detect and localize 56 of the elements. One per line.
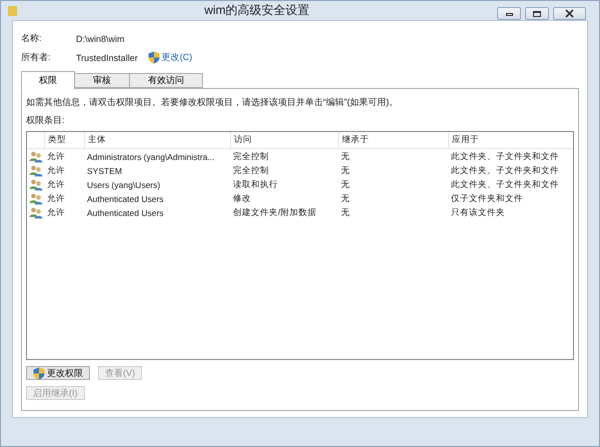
column-header[interactable]: 类型 (44, 132, 84, 148)
owner-value: TrustedInstaller (76, 52, 138, 62)
users-icon (29, 207, 43, 219)
maximize-icon (533, 10, 541, 16)
table-cell-text: 只有该文件夹 (450, 207, 506, 219)
table-cell-text: 创建文件夹/附加数据 (232, 207, 318, 219)
table-cell-text: SYSTEM (86, 166, 123, 176)
column-header[interactable]: 访问 (230, 132, 338, 148)
table-cell-text: 仅子文件夹和文件 (450, 193, 524, 205)
table-cell-text: 完全控制 (232, 151, 270, 163)
users-icon (29, 179, 43, 191)
table-cell-text: Authenticated Users (86, 208, 165, 218)
info-text: 如需其他信息，请双击权限项目。若要修改权限项目，请选择该项目并单击“编辑”(如果可用)。 (26, 96, 399, 109)
table-cell-text: 允许 (46, 151, 66, 163)
users-icon (29, 151, 43, 163)
button[interactable]: 更改权限 (26, 366, 90, 380)
table-cell-text: 修改 (232, 193, 252, 205)
maximize-button[interactable] (525, 7, 549, 20)
table-cell-text: 完全控制 (232, 165, 270, 177)
column-header[interactable]: 继承于 (338, 132, 448, 148)
table-cell-text: 允许 (46, 179, 66, 191)
table-cell-text: 此文件夹、子文件夹和文件 (450, 165, 560, 177)
table-cell-text: 无 (340, 179, 351, 191)
table-cell-text: Users (yang\Users) (86, 180, 162, 190)
table-cell-text: 允许 (46, 193, 66, 205)
change-owner-link[interactable]: 更改(C) (148, 51, 192, 64)
table-cell-text: 无 (340, 151, 351, 163)
table-cell-text: 此文件夹、子文件夹和文件 (450, 151, 560, 163)
window-title: wim的高级安全设置 (203, 2, 311, 19)
table-cell-text: 无 (340, 207, 351, 219)
table-cell-text: Administrators (yang\Administra... (86, 152, 216, 162)
table-cell-text: 允许 (46, 165, 66, 177)
minimize-icon (506, 13, 512, 16)
table-cell-text: 无 (340, 165, 351, 177)
owner-label: 所有者: (21, 51, 52, 64)
column-header[interactable]: 主体 (84, 132, 230, 148)
users-icon (29, 193, 43, 205)
shield-icon (148, 51, 160, 64)
column-header[interactable]: 应用于 (448, 132, 573, 148)
close-button[interactable] (553, 7, 586, 20)
table-cell-text: 无 (340, 193, 351, 205)
table-cell-text: 此文件夹、子文件夹和文件 (450, 179, 560, 191)
tab[interactable]: 审核 (75, 73, 130, 88)
table-cell-text: 允许 (46, 207, 66, 219)
minimize-button[interactable] (497, 7, 521, 20)
table-cell-text: 读取和执行 (232, 179, 279, 191)
users-icon (29, 165, 43, 177)
shield-icon (33, 366, 45, 380)
name-value: D:\win8\wim (76, 34, 125, 44)
close-icon (565, 9, 574, 18)
tab[interactable]: 权限 (21, 71, 75, 90)
table-cell-text: Authenticated Users (86, 194, 165, 204)
tab[interactable]: 有效访问 (130, 73, 203, 88)
entries-label: 权限条目: (26, 114, 66, 127)
name-label: 名称: (21, 32, 43, 45)
folder-icon (8, 6, 17, 16)
